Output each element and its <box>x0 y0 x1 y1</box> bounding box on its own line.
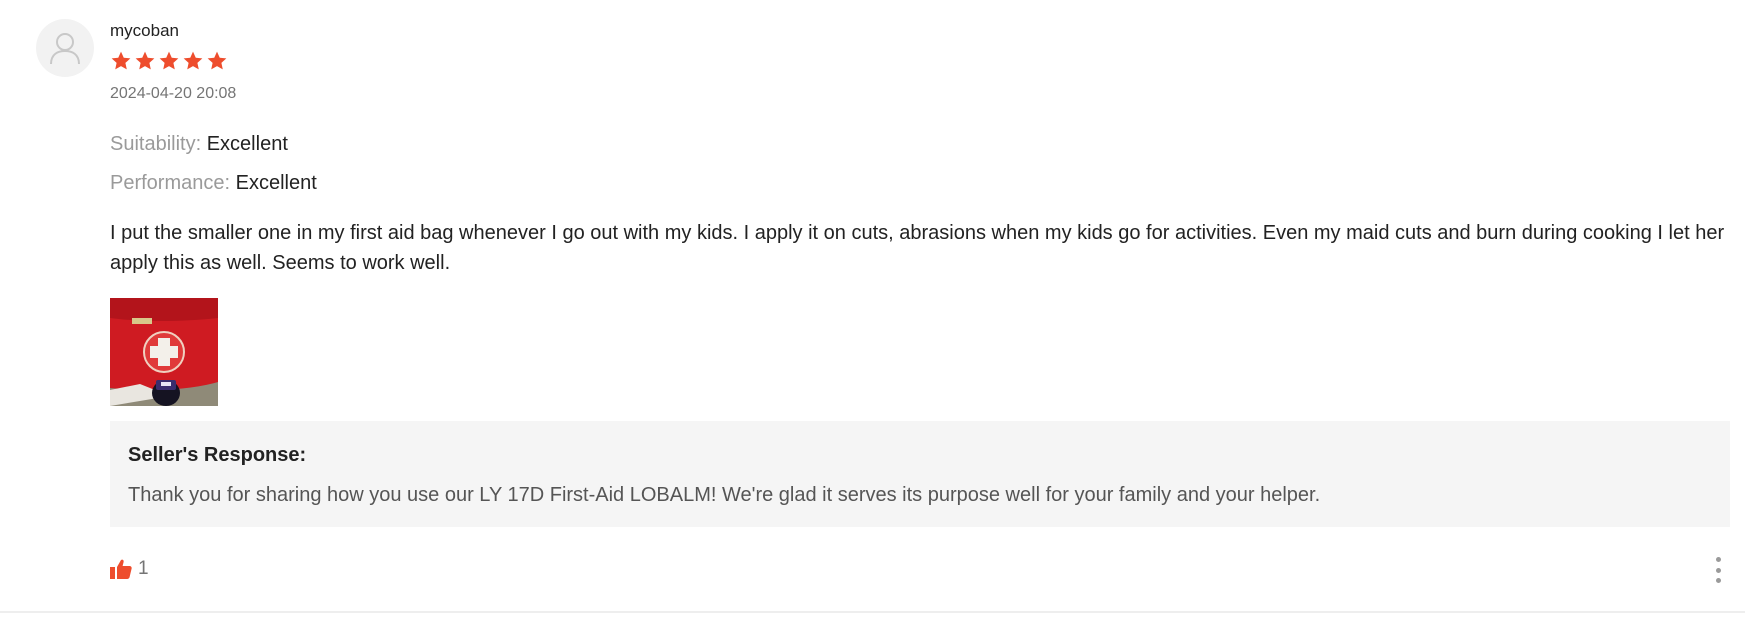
more-vertical-icon <box>1715 578 1721 583</box>
attribute-value: Excellent <box>235 172 317 194</box>
divider <box>0 611 1745 613</box>
star-filled-icon <box>182 50 204 72</box>
attribute-label: Performance: <box>110 172 231 194</box>
first-aid-bag-image <box>110 298 218 406</box>
seller-response-text: Thank you for sharing how you use our LY… <box>128 484 1321 506</box>
star-rating <box>110 50 228 72</box>
like-button[interactable]: 1 <box>110 558 149 580</box>
star-filled-icon <box>206 50 228 72</box>
attribute-label: Suitability: <box>110 133 202 155</box>
user-placeholder-icon <box>50 33 80 65</box>
star-filled-icon <box>134 50 156 72</box>
attribute-value: Excellent <box>206 133 288 155</box>
star-filled-icon <box>158 50 180 72</box>
product-review: mycoban 2024-04-20 20:08 Suitability: Ex… <box>0 0 1745 617</box>
thumbs-up-icon <box>110 559 132 579</box>
star-filled-icon <box>110 50 132 72</box>
more-vertical-icon <box>1715 567 1721 573</box>
attribute-suitability: Suitability: Excellent <box>110 133 288 156</box>
more-vertical-icon <box>1715 557 1721 562</box>
review-timestamp: 2024-04-20 20:08 <box>110 85 237 102</box>
avatar[interactable] <box>36 19 94 77</box>
review-text: I put the smaller one in my first aid ba… <box>110 222 1725 274</box>
seller-response: Seller's Response: Thank you for sharing… <box>110 421 1730 527</box>
like-count: 1 <box>138 558 149 579</box>
seller-response-title: Seller's Response: <box>128 444 307 466</box>
more-options-button[interactable] <box>1711 557 1725 583</box>
reviewer-username[interactable]: mycoban <box>110 21 179 41</box>
attribute-performance: Performance: Excellent <box>110 172 317 195</box>
review-photo-thumbnail[interactable] <box>110 298 218 406</box>
